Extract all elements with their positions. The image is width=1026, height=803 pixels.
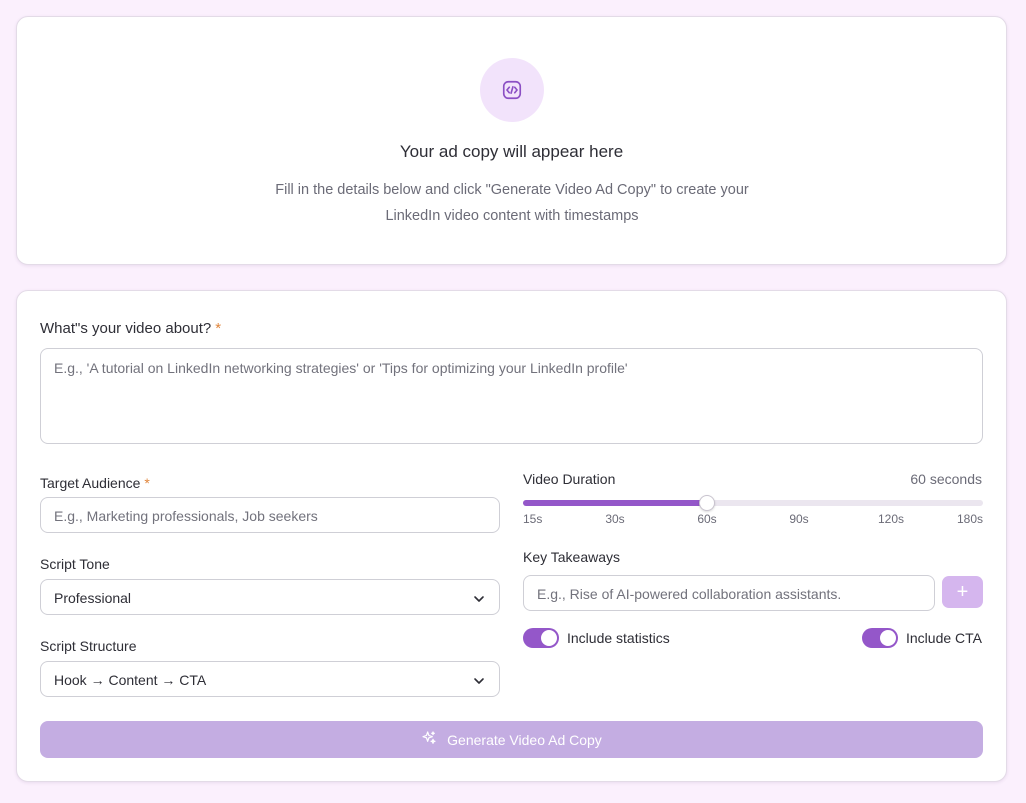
duration-tick-label: 60s bbox=[697, 512, 717, 526]
tone-select[interactable]: Professional bbox=[40, 579, 500, 615]
structure-selected-value: Hook → Content → CTA bbox=[54, 672, 207, 688]
include-cta-label: Include CTA bbox=[906, 630, 982, 646]
duration-slider[interactable] bbox=[523, 495, 983, 511]
topic-textarea[interactable]: E.g., 'A tutorial on LinkedIn networking… bbox=[40, 348, 983, 444]
generate-button-label: Generate Video Ad Copy bbox=[447, 731, 602, 748]
duration-tick-label: 120s bbox=[877, 512, 905, 526]
topic-label-text: What"s your video about? bbox=[40, 320, 212, 337]
structure-select[interactable]: Hook → Content → CTA bbox=[40, 661, 500, 697]
structure-label: Script Structure bbox=[40, 638, 137, 654]
sparkles-icon bbox=[421, 730, 437, 749]
chevron-down-icon bbox=[473, 592, 485, 610]
required-mark: * bbox=[215, 320, 222, 337]
code-brackets-icon bbox=[480, 58, 544, 122]
toggle-knob bbox=[541, 630, 557, 646]
include-statistics-toggle[interactable] bbox=[523, 628, 559, 648]
duration-tick-label: 180s bbox=[956, 512, 983, 526]
tone-selected-value: Professional bbox=[54, 590, 132, 606]
duration-tick-label: 30s bbox=[605, 512, 625, 526]
ad-copy-form: What"s your video about? * E.g., 'A tutor… bbox=[16, 290, 1007, 782]
placeholder-description: Fill in the details below and click "Gen… bbox=[275, 182, 749, 224]
add-takeaway-button[interactable]: + bbox=[942, 576, 983, 608]
required-mark: * bbox=[144, 475, 150, 491]
audience-placeholder: E.g., Marketing professionals, Job seeke… bbox=[54, 508, 318, 524]
output-placeholder-card: Your ad copy will appear here Fill in th… bbox=[16, 16, 1007, 265]
topic-label: What"s your video about? * bbox=[40, 320, 221, 337]
generate-button[interactable]: Generate Video Ad Copy bbox=[40, 721, 983, 758]
takeaway-input[interactable]: E.g., Rise of AI-powered collaboration a… bbox=[523, 575, 935, 611]
tone-label: Script Tone bbox=[40, 556, 110, 572]
audience-input[interactable]: E.g., Marketing professionals, Job seeke… bbox=[40, 497, 500, 533]
duration-slider-thumb[interactable] bbox=[699, 495, 715, 511]
chevron-down-icon bbox=[473, 674, 485, 692]
takeaway-placeholder: E.g., Rise of AI-powered collaboration a… bbox=[537, 586, 842, 602]
duration-slider-fill bbox=[523, 500, 707, 506]
topic-placeholder: E.g., 'A tutorial on LinkedIn networking… bbox=[54, 360, 628, 376]
toggle-knob bbox=[880, 630, 896, 646]
duration-value: 60 seconds bbox=[910, 471, 982, 487]
placeholder-title: Your ad copy will appear here bbox=[399, 142, 624, 161]
audience-label: Target Audience * bbox=[40, 475, 150, 491]
include-statistics-label: Include statistics bbox=[567, 630, 670, 646]
audience-label-text: Target Audience bbox=[40, 475, 141, 491]
takeaways-label: Key Takeaways bbox=[523, 549, 621, 565]
include-cta-toggle[interactable] bbox=[862, 628, 898, 648]
duration-label: Video Duration bbox=[523, 471, 616, 487]
duration-tick-label: 15s bbox=[523, 512, 543, 526]
duration-tick-label: 90s bbox=[789, 512, 809, 526]
